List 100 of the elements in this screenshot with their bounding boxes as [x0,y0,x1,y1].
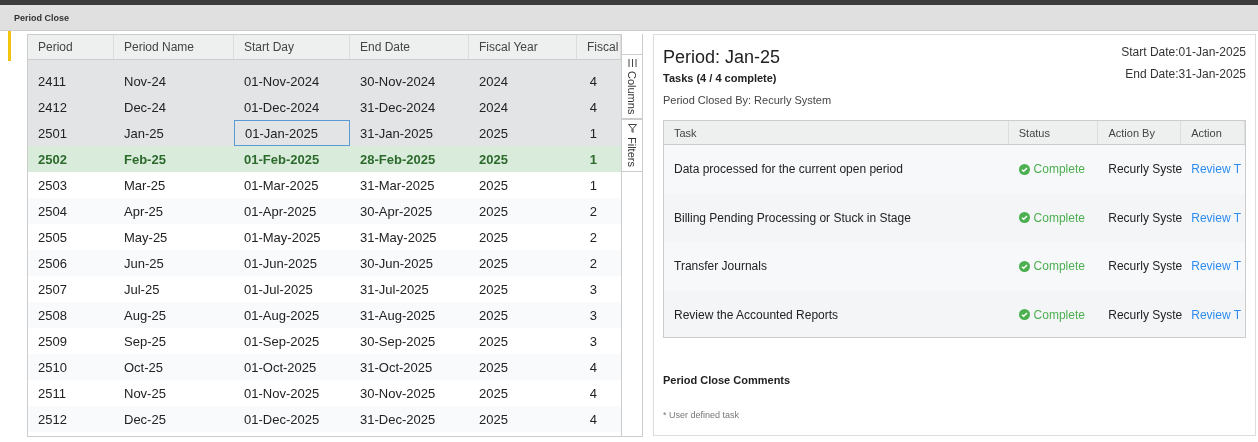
window-title: Period Close [14,12,69,23]
table-cell-text: Dec-25 [123,410,167,429]
period-row[interactable]: 2506 Jun-25 01-Jun-2025 30-Jun-2025 2025 2 [28,250,621,276]
table-cell-text: 01-Apr-2025 [243,202,318,221]
period-row[interactable]: 2511 Nov-25 01-Nov-2025 30-Nov-2025 2025 4 [28,380,621,406]
table-cell-text: Mar-25 [123,176,167,195]
period-row[interactable]: 2502 Feb-25 01-Feb-2025 28-Feb-2025 2025 1 [28,146,621,172]
period-row[interactable]: 2507 Jul-25 01-Jul-2025 31-Jul-2025 2025 3 [28,276,621,302]
side-panel-tab[interactable]: Filters [622,119,642,173]
table-cell-text: 2024 [478,98,509,117]
period-title: Period: Jan-25 [663,47,782,68]
column-header: Action By [1098,121,1182,144]
table-cell-text: 01-Nov-2024 [243,72,321,91]
table-cell-text: 4 [588,98,598,117]
task-status: Complete [1033,210,1085,225]
period-row[interactable]: 2510 Oct-25 01-Oct-2025 31-Oct-2025 2025 4 [28,354,621,380]
table-cell-text: Jun-25 [123,254,165,273]
table-cell-text: 4 [588,358,598,377]
table-cell-text: 01-Feb-2025 [243,150,321,169]
table-cell-text: 1 [588,150,598,169]
table-cell-text: 2506 [37,254,68,273]
table-cell-text: 2025 [478,358,509,377]
table-cell-text: 2510 [37,358,68,377]
period-row[interactable]: 2412 Dec-24 01-Dec-2024 31-Dec-2024 2024 4 [28,94,621,120]
period-row[interactable]: 2411 Nov-24 01-Nov-2024 30-Nov-2024 2024 4 [28,68,621,94]
table-cell-text: 01-Aug-2025 [243,306,321,325]
table-cell-text: 01-Mar-2025 [243,176,320,195]
column-header: Status [1008,121,1099,144]
column-header[interactable]: Period Name [114,35,234,59]
table-cell-text: Jan-25 [123,124,165,143]
action-by: Recurly Syste [1108,162,1183,177]
table-cell-text: 2025 [478,410,509,429]
table-cell-text: 2509 [37,332,68,351]
column-header[interactable]: Period [28,35,114,59]
period-row[interactable]: 2512 Dec-25 01-Dec-2025 31-Dec-2025 2025 4 [28,406,621,432]
action-by: Recurly Syste [1108,307,1183,322]
table-cell-text: 2025 [478,384,509,403]
table-cell-text: 01-Oct-2025 [243,358,318,377]
period-row[interactable]: 2504 Apr-25 01-Apr-2025 30-Apr-2025 2025 2 [28,198,621,224]
table-cell-text: Sep-25 [123,332,167,351]
column-header[interactable]: End Date [350,35,469,59]
table-cell-text: Oct-25 [123,358,164,377]
table-cell-text: 1 [588,176,598,195]
table-cell-text: Feb-25 [123,150,167,169]
start-date: Start Date:01-Jan-2025 [1121,45,1246,59]
table-cell-text: 31-Oct-2025 [359,358,434,377]
period-row[interactable]: 2503 Mar-25 01-Mar-2025 31-Mar-2025 2025 1 [28,172,621,198]
table-cell-text: 2025 [478,202,509,221]
table-cell-text: 30-Jun-2025 [359,254,434,273]
check-circle-icon [1018,212,1030,224]
table-cell-text: 01-Dec-2025 [243,410,321,429]
check-circle-icon [1018,260,1030,272]
side-panel-tab[interactable]: Columns [622,54,642,120]
table-cell-text: 01-Sep-2025 [243,332,321,351]
table-cell-text: 2411 [37,72,67,91]
table-cell-text: 3 [588,332,598,351]
table-cell-text: Dec-24 [123,98,167,117]
table-cell-text: 2024 [478,72,509,91]
table-cell-text: 2025 [478,280,509,299]
table-cell-text: 31-Jan-2025 [359,124,434,143]
table-cell-text: 2 [588,228,598,247]
table-cell-text: 2025 [478,306,509,325]
table-cell-text: 2025 [478,150,509,169]
action-by: Recurly Syste [1108,259,1183,274]
table-cell-text: 2025 [478,332,509,351]
task-status: Complete [1033,162,1085,177]
table-cell-text: 31-Jul-2025 [359,280,430,299]
table-cell-text: 31-Mar-2025 [359,176,436,195]
closed-by-text: Period Closed By: Recurly System [663,94,832,106]
table-cell-text: Apr-25 [123,202,165,221]
table-cell-text: 4 [588,384,598,403]
table-cell-text: Aug-25 [123,306,167,325]
table-cell-text: 30-Sep-2025 [359,332,437,351]
column-header[interactable]: Fiscal [577,35,621,59]
column-header[interactable]: Start Day [234,35,350,59]
period-row[interactable]: 2501 Jan-25 01-Jan-2025 31-Jan-2025 2025 1 [28,120,621,146]
table-cell-text: 2 [588,254,598,273]
table-cell-text: Nov-24 [123,72,167,91]
table-cell-text: 2502 [37,150,68,169]
tasks-summary: Tasks (4 / 4 complete) [663,72,778,84]
action-by: Recurly Syste [1108,210,1183,225]
table-cell-text: 30-Nov-2024 [359,72,437,91]
task-status: Complete [1033,307,1085,322]
column-header[interactable]: Fiscal Year [469,35,577,59]
period-row[interactable]: 2505 May-25 01-May-2025 31-May-2025 2025 2 [28,224,621,250]
table-cell-text: Nov-25 [123,384,167,403]
table-cell-text: 2512 [37,410,68,429]
filter-icon [627,124,637,134]
task-name: Transfer Journals [673,258,768,276]
period-row[interactable]: 2508 Aug-25 01-Aug-2025 31-Aug-2025 2025 3 [28,302,621,328]
table-cell-text: 2025 [478,176,509,195]
table-cell-text: 31-Dec-2024 [359,98,437,117]
table-cell-text: 2503 [37,176,68,195]
footnote: * User defined task [663,410,741,420]
period-row[interactable]: 2509 Sep-25 01-Sep-2025 30-Sep-2025 2025 3 [28,328,621,354]
task-name: Data processed for the current open period [673,161,904,179]
end-date: End Date:31-Jan-2025 [1125,67,1246,81]
table-cell-text: 01-Jul-2025 [243,280,314,299]
table-cell-text: May-25 [123,228,169,247]
table-cell-text: 2501 [37,124,68,143]
